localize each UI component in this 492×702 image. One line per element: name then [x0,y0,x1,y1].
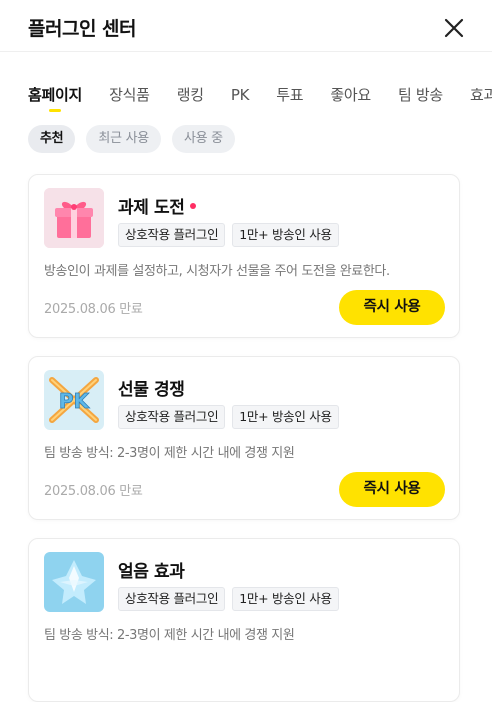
tab-team-broadcast[interactable]: 팀 방송 [398,84,443,105]
ice-crystal-icon [44,552,104,612]
category-tabs: 홈페이지 장식품 랭킹 PK 투표 좋아요 팀 방송 효과 스 [28,84,492,120]
expiry-date: 2025.08.06 만료 [44,302,143,317]
use-now-button[interactable]: 즉시 사용 [339,472,445,507]
card-title: 선물 경쟁 [118,380,185,400]
svg-text:PK: PK [59,389,91,413]
tab-vote[interactable]: 투표 [276,84,303,105]
filter-recommended[interactable]: 추천 [28,125,76,153]
card-title: 과제 도전 [118,193,197,218]
tag-list: 상호작용 플러그인 1만+ 방송인 사용 [118,223,346,247]
tag-type: 상호작용 플러그인 [118,405,226,429]
card-title: 얼음 효과 [118,562,185,582]
tab-decorations[interactable]: 장식품 [109,84,150,105]
tag-type: 상호작용 플러그인 [118,223,226,247]
pk-badge-icon: PK [44,370,104,430]
tag-usage: 1만+ 방송인 사용 [232,405,339,429]
tab-likes[interactable]: 좋아요 [330,84,371,105]
filter-recent[interactable]: 최근 사용 [86,125,161,153]
plugin-card-task-challenge[interactable]: 과제 도전 상호작용 플러그인 1만+ 방송인 사용 방송인이 과제를 설정하고,… [28,174,460,338]
new-badge-dot [190,203,197,209]
card-title-text: 과제 도전 [118,198,185,218]
tab-ranking[interactable]: 랭킹 [177,84,204,105]
close-icon [444,18,464,38]
expiry-date: 2025.08.06 만료 [44,484,143,499]
close-button[interactable] [440,14,468,42]
card-description: 방송인이 과제를 설정하고, 시청자가 선물을 주어 도전을 완료한다. [44,264,390,279]
page-title: 플러그인 센터 [28,18,137,40]
card-description: 팀 방송 방식: 2-3명이 제한 시간 내에 경쟁 지원 [44,446,295,461]
tag-list: 상호작용 플러그인 1만+ 방송인 사용 [118,587,346,611]
gift-icon [44,188,104,248]
tag-list: 상호작용 플러그인 1만+ 방송인 사용 [118,405,346,429]
tag-usage: 1만+ 방송인 사용 [232,223,339,247]
tag-type: 상호작용 플러그인 [118,587,226,611]
tab-pk[interactable]: PK [231,86,250,104]
plugin-card-gift-battle[interactable]: PK 선물 경쟁 상호작용 플러그인 1만+ 방송인 사용 팀 방송 방식: 2-… [28,356,460,520]
plugin-card-ice-effect[interactable]: 얼음 효과 상호작용 플러그인 1만+ 방송인 사용 팀 방송 방식: 2-3명이… [28,538,460,702]
tab-effects[interactable]: 효과 [470,84,492,105]
header: 플러그인 센터 [0,0,492,52]
use-now-button[interactable]: 즉시 사용 [339,290,445,325]
tab-home[interactable]: 홈페이지 [28,84,82,112]
filter-chips: 추천 최근 사용 사용 중 [28,125,241,153]
tag-usage: 1만+ 방송인 사용 [232,587,339,611]
card-description: 팀 방송 방식: 2-3명이 제한 시간 내에 경쟁 지원 [44,628,295,643]
filter-in-use[interactable]: 사용 중 [172,125,235,153]
